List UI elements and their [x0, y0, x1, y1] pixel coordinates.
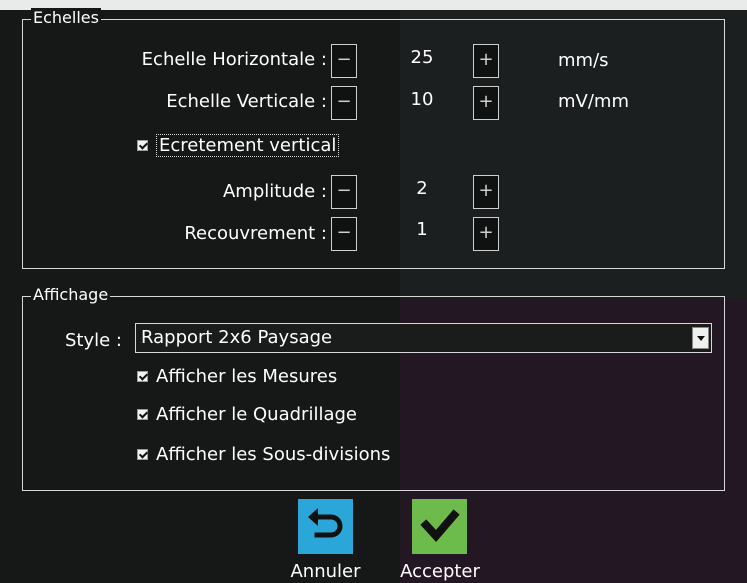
- echelles-title: Echelles: [31, 8, 101, 28]
- affichage-title: Affichage: [31, 285, 111, 305]
- group-corner-tick: [22, 296, 28, 297]
- group-corner-tick: [22, 19, 28, 20]
- amplitude-label: Amplitude :: [222, 181, 327, 202]
- show-subdivisions-check-icon[interactable]: [137, 449, 148, 460]
- horizontal-scale-value: 25: [410, 47, 434, 68]
- vertical-scale-value: 10: [410, 89, 434, 110]
- horizontal-scale-decrease-button[interactable]: −: [331, 44, 357, 78]
- chevron-down-icon[interactable]: [692, 327, 709, 349]
- vertical-scale-unit: mV/mm: [558, 91, 629, 112]
- window-top-band: [0, 0, 747, 10]
- horizontal-scale-increase-button[interactable]: +: [473, 44, 499, 78]
- style-label: Style :: [65, 330, 122, 351]
- amplitude-value: 2: [416, 178, 428, 199]
- ecretement-check-icon[interactable]: [137, 140, 148, 151]
- horizontal-scale-label: Echelle Horizontale :: [141, 49, 327, 70]
- undo-icon: [308, 508, 343, 538]
- vertical-scale-decrease-button[interactable]: −: [331, 86, 357, 120]
- style-select-value: Rapport 2x6 Paysage: [141, 327, 333, 348]
- show-subdivisions-label: Afficher les Sous-divisions: [156, 444, 391, 465]
- show-grid-checkbox[interactable]: Afficher le Quadrillage: [137, 404, 357, 425]
- style-select[interactable]: Rapport 2x6 Paysage: [135, 323, 712, 353]
- recouvrement-value: 1: [416, 219, 428, 240]
- show-measures-label: Afficher les Mesures: [156, 366, 338, 387]
- echelles-group: Echelles: [22, 8, 725, 269]
- checkmark-icon: [420, 509, 460, 543]
- cancel-button[interactable]: [298, 499, 353, 554]
- show-measures-checkbox[interactable]: Afficher les Mesures: [137, 366, 337, 387]
- recouvrement-label: Recouvrement :: [184, 223, 327, 244]
- vertical-scale-label: Echelle Verticale :: [166, 91, 327, 112]
- amplitude-increase-button[interactable]: +: [473, 175, 499, 209]
- amplitude-decrease-button[interactable]: −: [331, 175, 357, 209]
- horizontal-scale-unit: mm/s: [558, 50, 609, 71]
- cancel-label: Annuler: [290, 561, 361, 582]
- vertical-scale-increase-button[interactable]: +: [473, 86, 499, 120]
- accept-button[interactable]: [412, 499, 467, 554]
- show-grid-check-icon[interactable]: [137, 409, 148, 420]
- show-grid-label: Afficher le Quadrillage: [156, 404, 357, 425]
- recouvrement-decrease-button[interactable]: −: [331, 217, 357, 251]
- recouvrement-increase-button[interactable]: +: [473, 217, 499, 251]
- show-subdivisions-checkbox[interactable]: Afficher les Sous-divisions: [137, 444, 390, 465]
- show-measures-check-icon[interactable]: [137, 371, 148, 382]
- accept-label: Accepter: [400, 561, 480, 582]
- ecretement-label: Ecretement vertical: [156, 134, 340, 157]
- ecretement-checkbox[interactable]: Ecretement vertical: [137, 134, 340, 157]
